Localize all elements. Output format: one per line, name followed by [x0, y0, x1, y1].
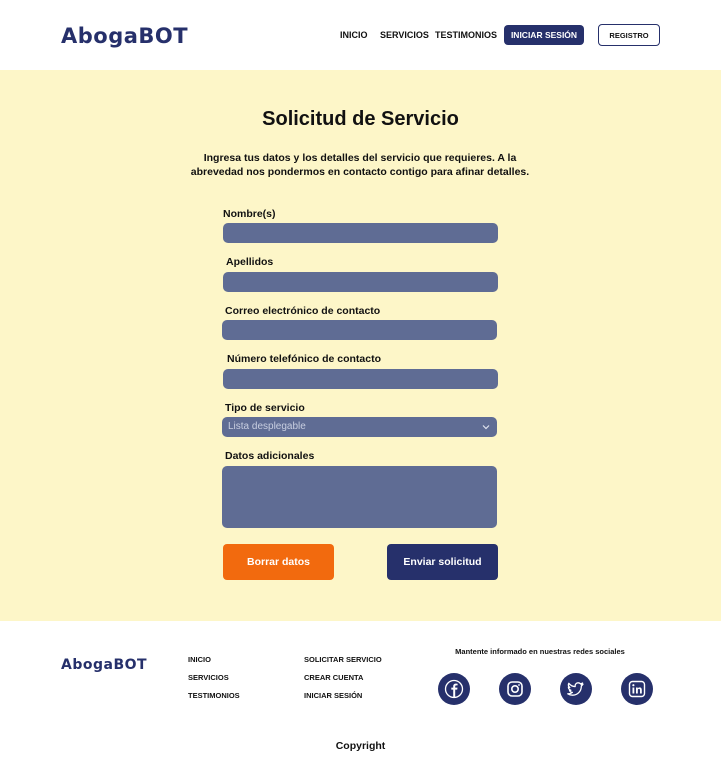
footer-link-inicio[interactable]: INICIO: [188, 655, 211, 664]
copyright: Copyright: [335, 740, 386, 752]
header: AbogaBOT INICIO SERVICIOS TESTIMONIOS IN…: [0, 0, 721, 70]
select-placeholder: Lista desplegable: [228, 421, 306, 432]
send-request-button[interactable]: Enviar solicitud: [387, 544, 498, 580]
register-button[interactable]: REGISTRO: [598, 24, 660, 46]
datos-adicionales-label: Datos adicionales: [225, 450, 315, 462]
footer-link-servicios[interactable]: SERVICIOS: [188, 673, 229, 682]
service-request-section: Solicitud de Servicio Ingresa tus datos …: [0, 70, 721, 621]
linkedin-icon[interactable]: [621, 673, 653, 705]
footer-link-crear-cuenta[interactable]: CREAR CUENTA: [304, 673, 363, 682]
apellidos-input[interactable]: [223, 272, 498, 292]
phone-input[interactable]: [223, 369, 498, 389]
form-description: Ingresa tus datos y los detalles del ser…: [190, 152, 530, 178]
nav-servicios[interactable]: SERVICIOS: [380, 30, 429, 40]
footer-link-testimonios[interactable]: TESTIMONIOS: [188, 691, 240, 700]
clear-button[interactable]: Borrar datos: [223, 544, 334, 580]
nav-inicio[interactable]: INICIO: [340, 30, 368, 40]
social-title: Mantente informado en nuestras redes soc…: [455, 647, 625, 656]
email-input[interactable]: [222, 320, 497, 340]
footer-link-iniciar-sesion[interactable]: INICIAR SESIÓN: [304, 691, 362, 700]
footer: AbogaBOT INICIO SERVICIOS TESTIMONIOS SO…: [0, 621, 721, 782]
footer-logo[interactable]: AbogaBOT: [61, 657, 147, 673]
nombres-input[interactable]: [223, 223, 498, 243]
correo-label: Correo electrónico de contacto: [225, 305, 381, 317]
nav-testimonios[interactable]: TESTIMONIOS: [435, 30, 497, 40]
footer-link-solicitar-servicio[interactable]: SOLICITAR SERVICIO: [304, 655, 382, 664]
logo[interactable]: AbogaBOT: [61, 24, 188, 48]
additional-data-textarea[interactable]: [222, 466, 497, 528]
instagram-icon[interactable]: [499, 673, 531, 705]
twitter-icon[interactable]: [560, 673, 592, 705]
tipo-servicio-label: Tipo de servicio: [225, 402, 305, 414]
apellidos-label: Apellidos: [226, 256, 274, 268]
facebook-icon[interactable]: [438, 673, 470, 705]
page-title: Solicitud de Servicio: [262, 108, 459, 130]
login-button[interactable]: INICIAR SESIÓN: [504, 25, 584, 45]
service-type-select[interactable]: Lista desplegable: [222, 417, 497, 437]
nombres-label: Nombre(s): [223, 208, 276, 220]
telefono-label: Número telefónico de contacto: [227, 353, 382, 365]
chevron-down-icon: [482, 425, 490, 430]
